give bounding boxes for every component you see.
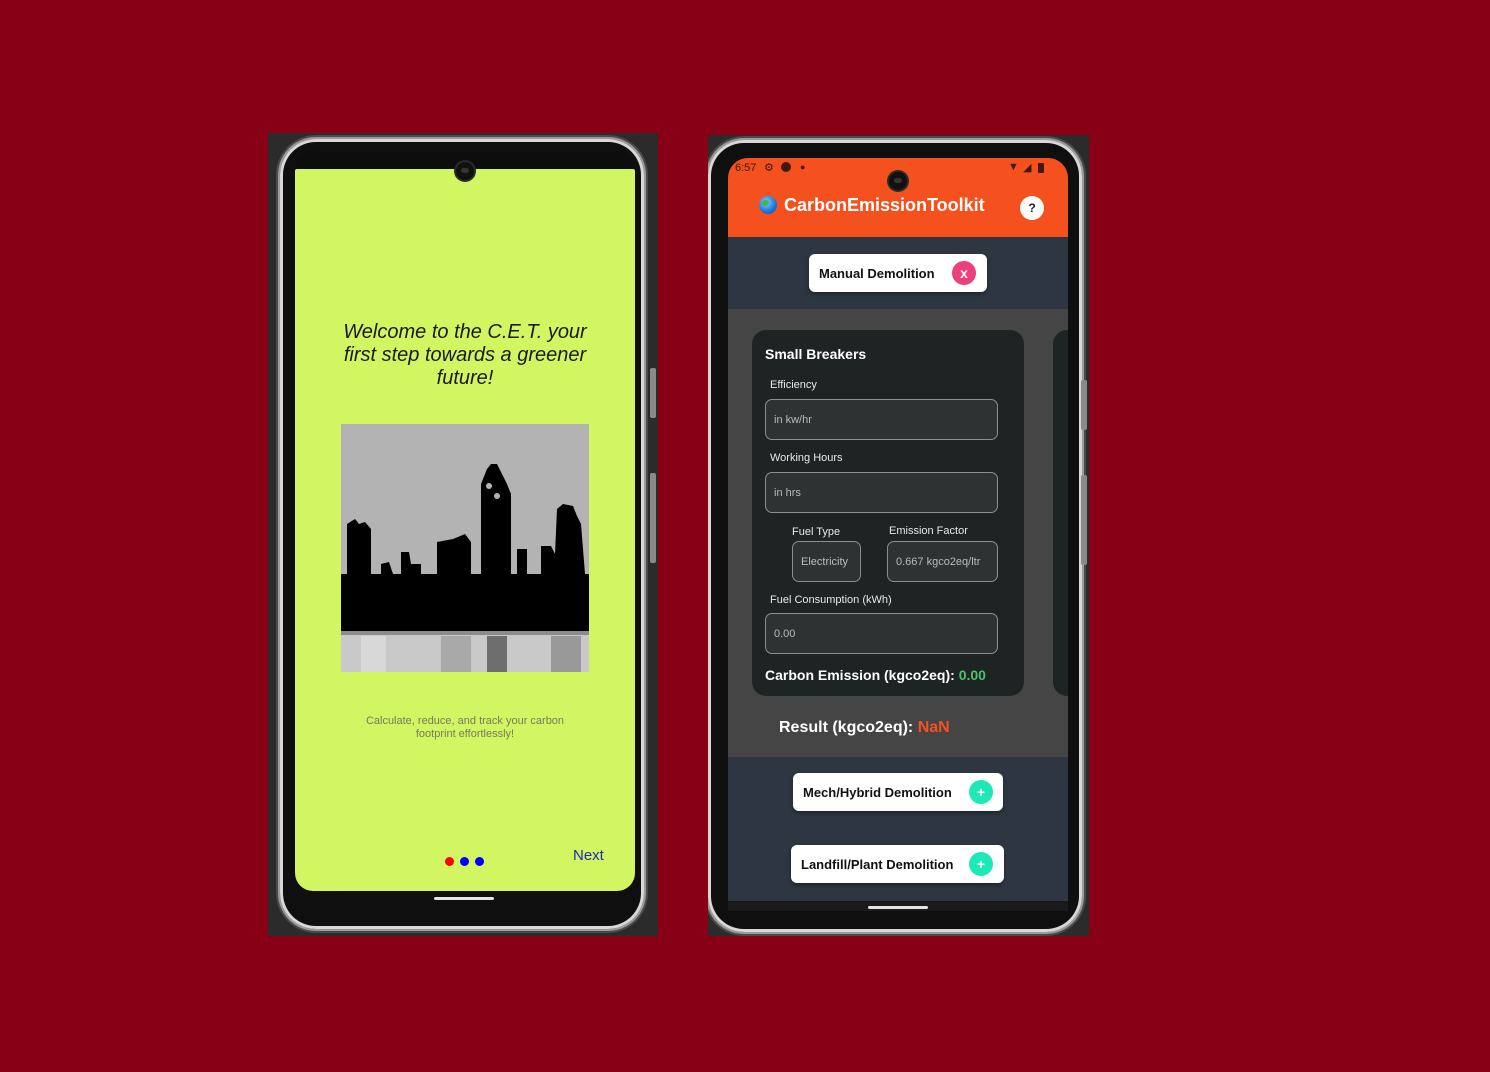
landfill-plant-demolition-pill[interactable]: Landfill/Plant Demolition + bbox=[791, 845, 1004, 883]
result-label: Result (kgco2eq): bbox=[779, 719, 914, 736]
result-value: NaN bbox=[917, 719, 950, 736]
fuel-consumption-field[interactable]: 0.00 bbox=[765, 613, 998, 654]
volume-button bbox=[1081, 475, 1087, 565]
city-skyline-image bbox=[341, 424, 589, 672]
close-icon[interactable]: x bbox=[952, 261, 976, 285]
manual-demolition-label: Manual Demolition bbox=[819, 266, 935, 281]
card-title: Small Breakers bbox=[765, 346, 867, 362]
dot-icon: ● bbox=[800, 162, 806, 172]
fuel-type-label: Fuel Type bbox=[792, 526, 841, 538]
page-indicator bbox=[445, 853, 490, 871]
mech-hybrid-label: Mech/Hybrid Demolition bbox=[803, 785, 952, 800]
carbon-emission-text: Carbon Emission (kgco2eq): 0.00 bbox=[765, 667, 986, 683]
fuel-consumption-value: 0.00 bbox=[774, 627, 796, 640]
page-dot-1[interactable] bbox=[445, 857, 454, 866]
carbon-emission-label: Carbon Emission (kgco2eq): bbox=[765, 667, 955, 683]
app-title: CarbonEmissionToolkit bbox=[784, 195, 985, 215]
add-icon[interactable]: + bbox=[969, 780, 993, 804]
page-dot-2[interactable] bbox=[460, 857, 469, 866]
emission-factor-label: Emission Factor bbox=[889, 525, 968, 537]
mech-hybrid-demolition-pill[interactable]: Mech/Hybrid Demolition + bbox=[793, 773, 1003, 811]
result-text: Result (kgco2eq): NaN bbox=[779, 719, 950, 737]
power-button bbox=[650, 368, 656, 418]
next-button[interactable]: Next bbox=[573, 847, 604, 864]
emission-factor-field[interactable]: 0.667 kgco2eq/ltr bbox=[887, 541, 998, 582]
home-indicator[interactable] bbox=[868, 906, 928, 909]
efficiency-placeholder: in kw/hr bbox=[774, 413, 812, 426]
wifi-icon: ▼ bbox=[1008, 161, 1019, 173]
signal-icon: ◢ bbox=[1023, 162, 1032, 174]
fuel-type-value: Electricity bbox=[801, 555, 849, 568]
welcome-text: Welcome to the C.E.T. your first step to… bbox=[343, 321, 587, 389]
add-icon[interactable]: + bbox=[969, 852, 993, 876]
page-dot-3[interactable] bbox=[475, 857, 484, 866]
working-hours-field[interactable]: in hrs bbox=[765, 472, 998, 513]
power-button bbox=[1081, 380, 1087, 430]
battery-icon bbox=[1038, 163, 1044, 173]
manual-demolition-pill[interactable]: Manual Demolition x bbox=[809, 254, 987, 292]
globe-icon bbox=[759, 196, 777, 214]
volume-button bbox=[650, 473, 656, 563]
camera-icon bbox=[456, 162, 474, 180]
gear-icon: ⚙ bbox=[764, 162, 774, 174]
toolkit-screen: 6:57 ⚙ ● ▼ ◢ CarbonEmissionToolkit ? Man… bbox=[728, 158, 1068, 911]
carbon-emission-value: 0.00 bbox=[958, 667, 986, 683]
emission-factor-value: 0.667 kgco2eq/ltr bbox=[896, 555, 981, 568]
fuel-type-field[interactable]: Electricity bbox=[792, 541, 861, 582]
fuel-consumption-label: Fuel Consumption (kWh) bbox=[770, 594, 892, 606]
small-breakers-card: Small Breakers Efficiency in kw/hr Worki… bbox=[752, 330, 1024, 696]
home-indicator[interactable] bbox=[434, 897, 494, 900]
efficiency-field[interactable]: in kw/hr bbox=[765, 399, 998, 440]
onboarding-screenshot: Welcome to the C.E.T. your first step to… bbox=[268, 133, 658, 936]
camera-icon bbox=[889, 172, 907, 190]
next-card-peek[interactable] bbox=[1053, 330, 1068, 696]
a-icon bbox=[781, 162, 791, 172]
working-hours-label: Working Hours bbox=[770, 452, 843, 464]
onboarding-screen: Welcome to the C.E.T. your first step to… bbox=[295, 169, 635, 891]
efficiency-label: Efficiency bbox=[770, 379, 817, 391]
landfill-plant-label: Landfill/Plant Demolition bbox=[801, 857, 954, 872]
working-hours-placeholder: in hrs bbox=[774, 486, 801, 499]
help-button[interactable]: ? bbox=[1020, 196, 1044, 220]
tagline-text: Calculate, reduce, and track your carbon… bbox=[365, 715, 565, 740]
status-time: 6:57 bbox=[735, 162, 757, 174]
toolkit-screenshot: 6:57 ⚙ ● ▼ ◢ CarbonEmissionToolkit ? Man… bbox=[708, 135, 1089, 936]
